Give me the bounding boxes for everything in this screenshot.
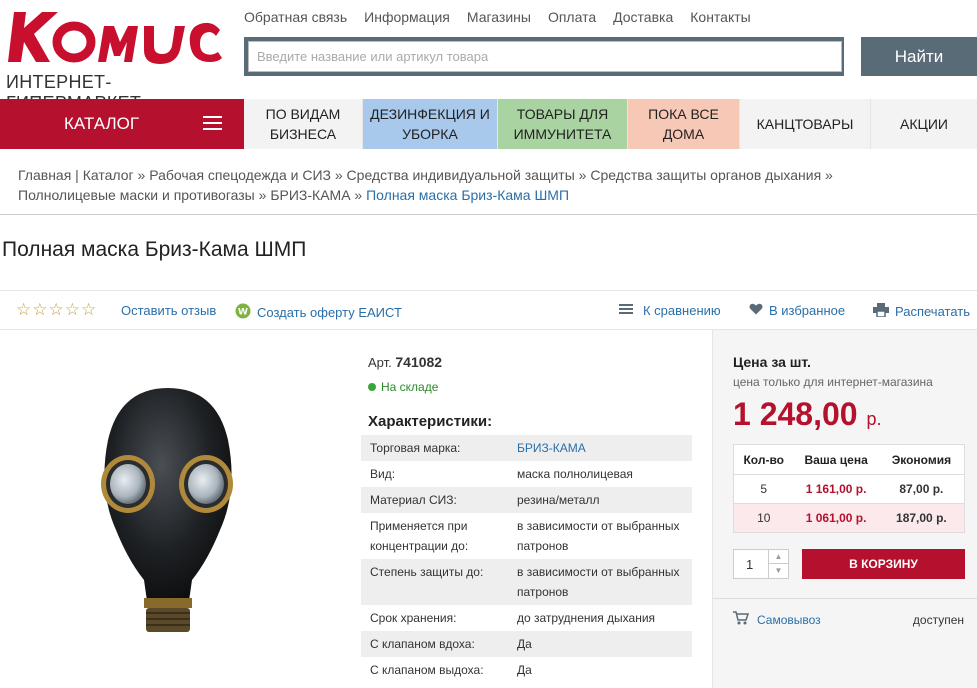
arrow-down-icon[interactable]: ▼ [768,564,788,578]
catalog-label: КАТАЛОГ [64,114,140,133]
table-row: 5 1 161,00 р. 87,00 р. [734,474,964,503]
table-row: С клапаном выдоха: Да [370,663,532,677]
in-stock-icon [368,383,376,391]
table-header: Кол-во Ваша цена Экономия [743,452,952,467]
category-business[interactable]: ПО ВИДАМ БИЗНЕСА [244,99,363,149]
catalog-button[interactable]: КАТАЛОГ [0,99,244,149]
stock-status: На складе [368,380,438,394]
breadcrumb: Главная | Каталог » Рабочая спецодежда и… [18,167,833,203]
table-row: Материал СИЗ: резина/металл [361,487,692,513]
gas-mask-icon [101,388,233,632]
category-disinfection[interactable]: ДЕЗИНФЕКЦИЯ И УБОРКА [363,99,498,149]
cart-icon [733,611,750,628]
table-row: Срок хранения: до затруднения дыхания [370,611,656,625]
rating-stars-icon[interactable]: ☆☆☆☆☆ [16,300,97,320]
article-number: Арт. 741082 [368,354,443,370]
category-immunity[interactable]: ТОВАРЫ ДЛЯ ИММУНИТЕТА [498,99,628,149]
topnav-payment[interactable]: Оплата [548,9,596,25]
header: ИНТЕРНЕТ-ГИПЕРМАРКЕТ Обратная связь Инфо… [0,0,977,113]
komus-logo-icon [8,12,222,64]
divider [713,598,977,599]
favorite-link[interactable]: В избранное [749,303,845,318]
breadcrumb-item[interactable]: Полнолицевые маски и противогазы [18,187,255,203]
search-button[interactable]: Найти [861,37,977,76]
pickup-link[interactable]: Самовывоз [733,611,821,628]
table-row: Вид: маска полнолицевая [370,467,633,481]
table-row: Торговая марка: БРИЗ-КАМА [361,435,692,461]
svg-text:W: W [238,308,248,318]
topnav-info[interactable]: Информация [364,9,450,25]
breadcrumb-item[interactable]: Средства защиты органов дыхания [590,167,821,183]
category-stationery[interactable]: КАНЦТОВАРЫ [740,99,871,149]
list-icon [619,303,633,318]
topnav-shops[interactable]: Магазины [467,9,531,25]
offer-link[interactable]: W Создать оферту ЕАИСТ [235,303,402,322]
eaist-icon: W [235,303,251,322]
divider [0,214,977,215]
logo[interactable]: ИНТЕРНЕТ-ГИПЕРМАРКЕТ [4,6,224,113]
price-note: цена только для интернет-магазина [733,375,933,389]
quantity-value[interactable]: 1 [746,557,753,572]
printer-icon [873,303,889,320]
breadcrumb-current[interactable]: Полная маска Бриз-Кама ШМП [366,187,569,203]
pickup-status: доступен [912,613,964,627]
characteristics-table: Торговая марка: БРИЗ-КАМА Вид: маска полно… [361,435,692,683]
price-value: 1 248,00 р. [733,396,882,432]
breadcrumb-item[interactable]: БРИЗ-КАМА [270,187,350,203]
table-row: С клапаном вдоха: Да [361,631,692,657]
review-link[interactable]: Оставить отзыв [121,303,216,318]
breadcrumb-item[interactable]: Средства индивидуальной защиты [347,167,575,183]
category-bar: КАТАЛОГ ПО ВИДАМ БИЗНЕСА ДЕЗИНФЕКЦИЯ И УБО… [0,99,977,149]
category-home[interactable]: ПОКА ВСЕ ДОМА [628,99,740,149]
search-box [244,37,844,76]
table-row: Применяется при концентрации до: в зависи… [370,519,680,553]
breadcrumb-item[interactable]: Главная [18,167,71,183]
top-nav: Обратная связь Информация Магазины Оплат… [244,9,751,25]
heart-icon [749,303,763,318]
add-to-cart-button[interactable]: В КОРЗИНУ [802,549,965,579]
breadcrumb-item[interactable]: Рабочая спецодежда и СИЗ [149,167,331,183]
quantity-discount-table: Кол-во Ваша цена Экономия 5 1 161,00 р. … [733,444,965,533]
price-title: Цена за шт. [733,354,811,370]
breadcrumb-item[interactable]: Каталог [83,167,134,183]
topnav-feedback[interactable]: Обратная связь [244,9,347,25]
brand-link[interactable]: БРИЗ-КАМА [517,438,692,458]
characteristics-title: Характеристики: [368,413,493,430]
compare-link[interactable]: К сравнению [619,303,721,318]
product-image[interactable] [88,380,248,640]
table-row: Степень защиты до: в зависимости от выбра… [361,559,692,605]
menu-icon [203,116,222,131]
search-input[interactable] [248,41,842,72]
category-promo[interactable]: АКЦИИ [871,99,977,149]
price-panel: Цена за шт. цена только для интернет-маг… [712,330,977,688]
topnav-delivery[interactable]: Доставка [613,9,673,25]
arrow-up-icon[interactable]: ▲ [768,550,788,564]
quantity-stepper[interactable]: 1 ▲ ▼ [733,549,789,579]
print-link[interactable]: Распечатать [873,303,970,320]
topnav-contacts[interactable]: Контакты [690,9,750,25]
product-actions: ☆☆☆☆☆ Оставить отзыв W Создать оферту ЕА… [0,290,977,330]
page-title: Полная маска Бриз-Кама ШМП [2,238,307,261]
table-row: 10 1 061,00 р. 187,00 р. [734,503,964,532]
